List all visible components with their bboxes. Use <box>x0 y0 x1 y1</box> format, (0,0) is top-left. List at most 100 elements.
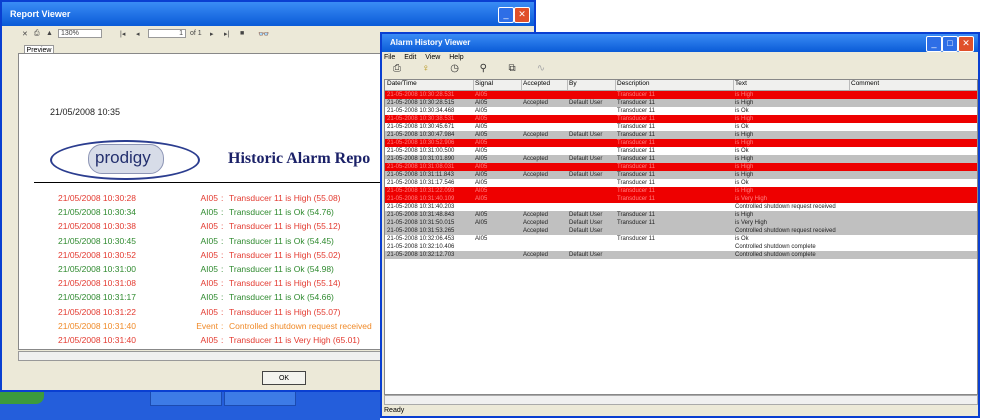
cell-text: is Ok <box>735 180 749 186</box>
cell-signal: AI05 <box>475 212 488 218</box>
cell-datetime: 21-05-2008 10:30:34.468 <box>387 108 455 114</box>
table-row[interactable]: 21-05-2008 10:30:45.671 AI05 Transducer 11… <box>385 123 977 131</box>
table-row[interactable]: 21-05-2008 10:30:38.531 AI05 Transducer 11… <box>385 115 977 123</box>
table-row[interactable]: 21-05-2008 10:32:12.703 Accepted Default U… <box>385 251 977 259</box>
report-line-signal: AI05 <box>200 278 219 289</box>
last-page-icon[interactable]: ▸| <box>224 30 229 38</box>
report-heading: Historic Alarm Repo <box>228 150 371 167</box>
cell-datetime: 21-05-2008 10:31:40.203 <box>387 204 455 210</box>
table-row[interactable]: 21-05-2008 10:31:22.093 AI05 Transducer 11… <box>385 187 977 195</box>
close-button[interactable]: ✕ <box>514 7 530 23</box>
page-input[interactable]: 1 <box>148 29 186 38</box>
column-header-description[interactable]: Description <box>617 80 733 88</box>
table-row[interactable]: 21-05-2008 10:31:08.031 AI05 Transducer 11… <box>385 163 977 171</box>
report-line-signal: AI05 <box>200 335 219 345</box>
table-row[interactable]: 21-05-2008 10:31:11.843 AI05 Accepted Defau… <box>385 171 977 179</box>
export-icon[interactable]: ▲ <box>46 30 53 37</box>
accept-icon[interactable]: ♀ <box>413 63 439 74</box>
print-icon[interactable]: ⎙ <box>34 30 40 38</box>
cell-description: Transducer 11 <box>617 124 656 130</box>
separator: : <box>221 278 224 289</box>
report-line-time: 21/05/2008 10:31:22 <box>58 306 136 317</box>
next-page-icon[interactable]: ▸ <box>210 30 214 38</box>
column-header-text[interactable]: Text <box>735 80 851 88</box>
prev-page-icon[interactable]: ◂ <box>136 30 140 38</box>
stop-icon[interactable]: ■ <box>240 30 244 37</box>
logo-text: prodigy <box>95 148 151 167</box>
alarm-toolbar: ⎙ ♀ ◷ ⚲ ⧉ ∿ <box>384 63 554 79</box>
table-row[interactable]: 21-05-2008 10:31:40.203 Controlled shutdo… <box>385 203 977 211</box>
column-header-datetime[interactable]: Date/Time <box>387 80 473 88</box>
menu-bar: File Edit View Help <box>384 52 471 63</box>
table-row[interactable]: 21-05-2008 10:30:47.984 AI05 Accepted Defau… <box>385 131 977 139</box>
window-title: Alarm History Viewer <box>390 38 471 47</box>
table-row[interactable]: 21-05-2008 10:30:52.906 AI05 Transducer 11… <box>385 139 977 147</box>
cell-signal: AI05 <box>475 180 488 186</box>
ok-button[interactable]: OK <box>262 371 306 385</box>
column-header-signal[interactable]: Signal <box>475 80 519 88</box>
menu-help[interactable]: Help <box>449 54 463 61</box>
cell-description: Transducer 11 <box>617 92 656 98</box>
export-icon[interactable]: ⧉ <box>499 63 525 74</box>
report-line: 21/05/2008 10:31:08 AI05: Transducer 11 is… <box>58 278 341 288</box>
search-icon[interactable]: ⚲ <box>470 63 496 74</box>
alarm-history-window: Alarm History Viewer _ □ ✕ File Edit Vie… <box>380 32 980 418</box>
cell-accepted: Accepted <box>523 252 549 258</box>
report-line-signal: AI05 <box>200 221 219 232</box>
minimize-button[interactable]: _ <box>926 36 942 52</box>
close-icon[interactable]: ✕ <box>22 30 28 38</box>
cell-signal: AI05 <box>475 148 488 154</box>
cell-by: Default User <box>569 220 603 226</box>
cell-datetime: 21-05-2008 10:31:53.265 <box>387 228 455 234</box>
cell-description: Transducer 11 <box>617 236 656 242</box>
menu-view[interactable]: View <box>425 54 440 61</box>
table-row[interactable]: 21-05-2008 10:31:50.015 AI05 Accepted Defau… <box>385 219 977 227</box>
cell-datetime: 21-05-2008 10:31:17.546 <box>387 180 455 186</box>
table-row[interactable]: 21-05-2008 10:31:17.546 AI05 Transducer 11… <box>385 179 977 187</box>
cell-text: is High <box>735 116 754 122</box>
table-row[interactable]: 21-05-2008 10:30:28.531 AI05 Transducer 11… <box>385 91 977 99</box>
close-button[interactable]: ✕ <box>958 36 974 52</box>
cell-signal: AI05 <box>475 92 488 98</box>
column-header-accepted[interactable]: Accepted <box>523 80 567 88</box>
cell-description: Transducer 11 <box>617 220 656 226</box>
table-row[interactable]: 21-05-2008 10:31:48.843 AI05 Accepted Defau… <box>385 211 977 219</box>
report-line-time: 21/05/2008 10:30:38 <box>58 221 136 232</box>
cell-description: Transducer 11 <box>617 212 656 218</box>
table-row[interactable]: 21-05-2008 10:32:06.453 AI05 Transducer 11… <box>385 235 977 243</box>
cell-datetime: 21-05-2008 10:32:10.406 <box>387 244 455 250</box>
cell-description: Transducer 11 <box>617 196 656 202</box>
report-line-time: 21/05/2008 10:31:40 <box>58 320 136 331</box>
table-row[interactable]: 21-05-2008 10:31:01.890 AI05 Accepted Defau… <box>385 155 977 163</box>
cell-text: Controlled shutdown request received <box>735 228 836 234</box>
first-page-icon[interactable]: |◂ <box>120 30 125 38</box>
report-line: 21/05/2008 10:30:34 AI05: Transducer 11 is… <box>58 207 334 217</box>
separator: : <box>221 335 224 345</box>
cell-signal: AI05 <box>475 100 488 106</box>
chart-icon[interactable]: ∿ <box>528 63 554 74</box>
table-row[interactable]: 21-05-2008 10:31:53.265 Accepted Default U… <box>385 227 977 235</box>
report-line-time: 21/05/2008 10:31:00 <box>58 264 136 274</box>
table-row[interactable]: 21-05-2008 10:32:10.406 Controlled shutdo… <box>385 243 977 251</box>
search-icon[interactable]: 👓 <box>258 29 269 40</box>
cell-accepted: Accepted <box>523 156 549 162</box>
cell-description: Transducer 11 <box>617 164 656 170</box>
menu-file[interactable]: File <box>384 54 395 61</box>
minimize-button[interactable]: _ <box>498 7 514 23</box>
horizontal-scrollbar[interactable] <box>384 395 978 405</box>
cell-text: is High <box>735 164 754 170</box>
print-icon[interactable]: ⎙ <box>384 63 410 74</box>
column-header-comment[interactable]: Comment <box>851 80 971 88</box>
cell-signal: AI05 <box>475 220 488 226</box>
table-row[interactable]: 21-05-2008 10:31:40.109 AI05 Transducer 11… <box>385 195 977 203</box>
cell-description: Transducer 11 <box>617 116 656 122</box>
cell-signal: AI05 <box>475 196 488 202</box>
table-row[interactable]: 21-05-2008 10:31:00.500 AI05 Transducer 11… <box>385 147 977 155</box>
maximize-button[interactable]: □ <box>942 36 958 52</box>
clock-icon[interactable]: ◷ <box>442 63 468 74</box>
table-row[interactable]: 21-05-2008 10:30:34.468 AI05 Transducer 11… <box>385 107 977 115</box>
zoom-select[interactable]: 130% <box>58 29 102 38</box>
table-row[interactable]: 21-05-2008 10:30:28.515 AI05 Accepted Defau… <box>385 99 977 107</box>
column-header-by[interactable]: By <box>569 80 615 88</box>
menu-edit[interactable]: Edit <box>404 54 416 61</box>
